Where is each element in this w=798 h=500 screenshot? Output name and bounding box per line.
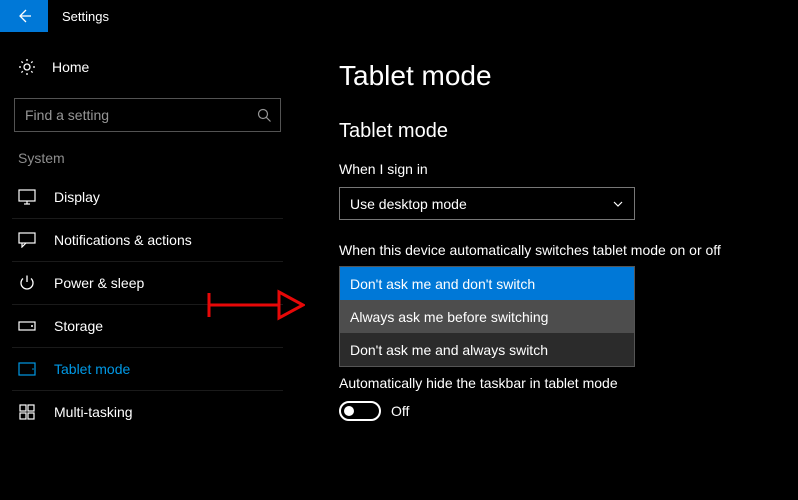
signin-dropdown[interactable]: Use desktop mode (339, 187, 635, 220)
autohide-label: Automatically hide the taskbar in tablet… (339, 375, 774, 391)
sidebar-home[interactable]: Home (12, 50, 283, 92)
gear-icon (18, 58, 36, 76)
sidebar-category: System (18, 150, 283, 166)
sidebar-item-label: Power & sleep (54, 275, 144, 291)
sidebar-item-storage[interactable]: Storage (12, 305, 283, 348)
autoswitch-option-1[interactable]: Always ask me before switching (340, 300, 634, 333)
search-icon (257, 108, 272, 123)
arrow-left-icon (15, 7, 33, 25)
tablet-icon (18, 360, 36, 378)
power-icon (18, 274, 36, 292)
sidebar-item-multitasking[interactable]: Multi-tasking (12, 391, 283, 433)
multitask-icon (18, 403, 36, 421)
autoswitch-label: When this device automatically switches … (339, 242, 774, 258)
display-icon (18, 188, 36, 206)
search-box[interactable] (14, 98, 281, 132)
sidebar-item-notifications[interactable]: Notifications & actions (12, 219, 283, 262)
chevron-down-icon (612, 198, 624, 210)
sidebar-item-label: Display (54, 189, 100, 205)
sidebar-item-label: Multi-tasking (54, 404, 133, 420)
autoswitch-dropdown-open[interactable]: Don't ask me and don't switch Always ask… (339, 266, 635, 367)
autoswitch-option-2[interactable]: Don't ask me and always switch (340, 333, 634, 366)
sidebar-item-power[interactable]: Power & sleep (12, 262, 283, 305)
search-input[interactable] (25, 107, 257, 123)
autohide-toggle[interactable] (339, 401, 381, 421)
window-title: Settings (62, 9, 109, 24)
sidebar-item-label: Storage (54, 318, 103, 334)
autohide-value: Off (391, 403, 409, 419)
sidebar-item-display[interactable]: Display (12, 176, 283, 219)
sidebar-item-label: Tablet mode (54, 361, 130, 377)
main-content: Tablet mode Tablet mode When I sign in U… (295, 32, 798, 500)
chat-icon (18, 231, 36, 249)
back-button[interactable] (0, 0, 48, 32)
sidebar-home-label: Home (52, 59, 89, 75)
page-title: Tablet mode (339, 60, 774, 92)
autoswitch-option-0[interactable]: Don't ask me and don't switch (340, 267, 634, 300)
signin-value: Use desktop mode (350, 196, 467, 212)
sidebar: Home System Display Notifications & acti… (0, 32, 295, 500)
storage-icon (18, 317, 36, 335)
sidebar-item-label: Notifications & actions (54, 232, 192, 248)
sidebar-item-tablet-mode[interactable]: Tablet mode (12, 348, 283, 391)
section-title: Tablet mode (339, 120, 774, 143)
signin-label: When I sign in (339, 161, 774, 177)
titlebar: Settings (0, 0, 798, 32)
